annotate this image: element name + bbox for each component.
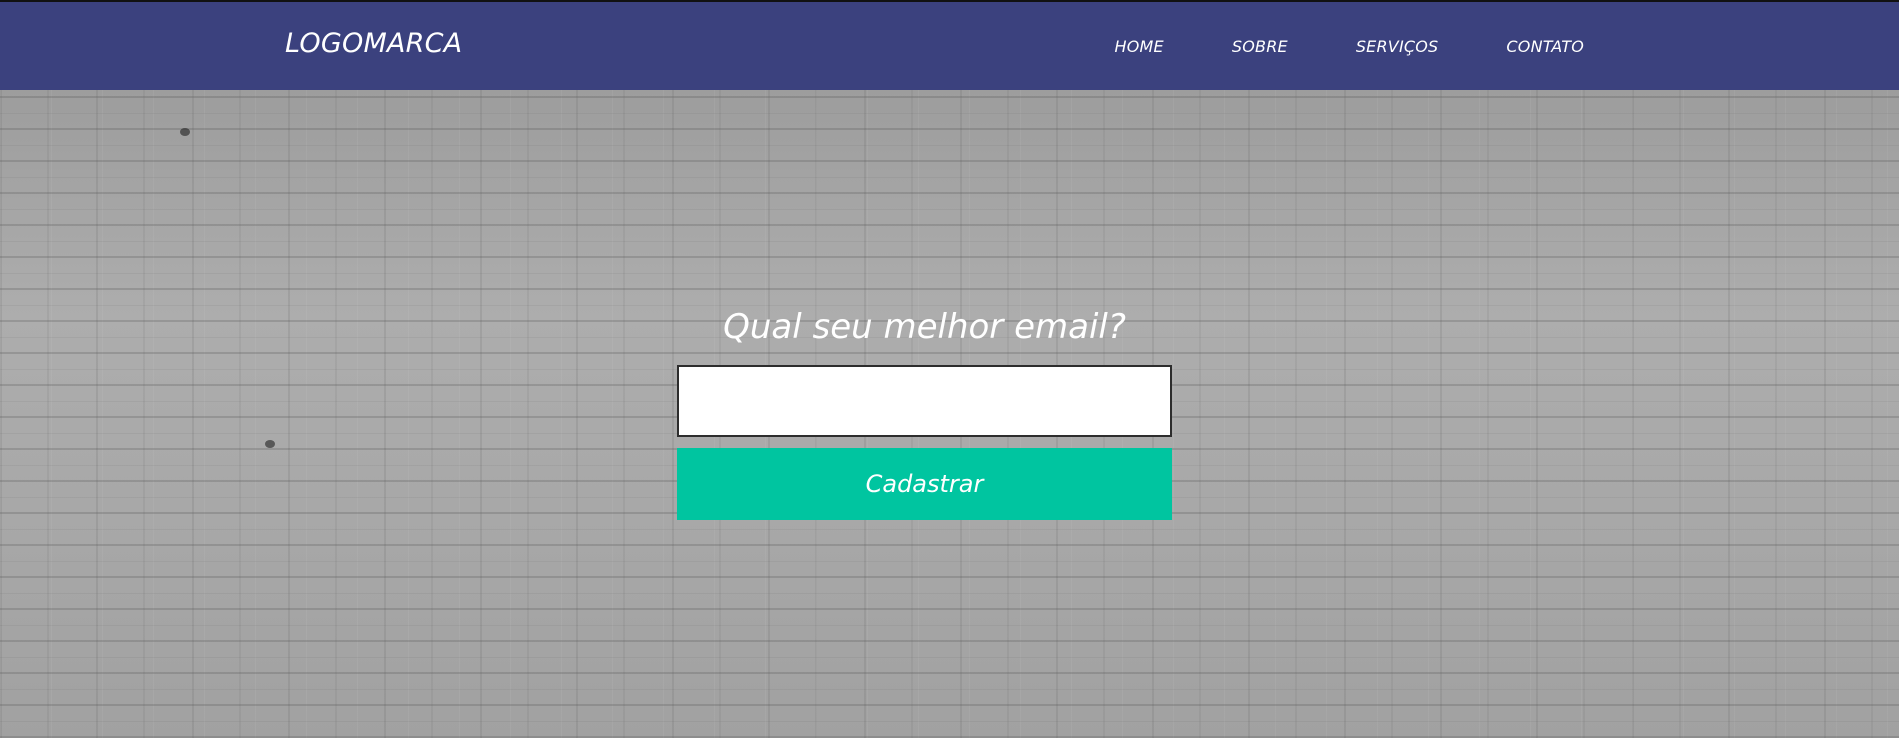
email-input[interactable] — [677, 365, 1172, 438]
nav-servicos-link[interactable]: SERVIÇOS — [1356, 37, 1439, 56]
top-navbar: LOGOMARCA HOME SOBRE SERVIÇOS CONTATO — [0, 0, 1899, 90]
hero-background: Qual seu melhor email? Cadastrar — [0, 90, 1899, 738]
signup-form: Qual seu melhor email? Cadastrar — [677, 307, 1172, 521]
brand-logo[interactable]: LOGOMARCA — [285, 28, 462, 59]
nav-contato-link[interactable]: CONTATO — [1506, 37, 1584, 56]
main-nav: HOME SOBRE SERVIÇOS CONTATO — [1115, 37, 1584, 56]
nav-sobre-link[interactable]: SOBRE — [1232, 37, 1288, 56]
page: LOGOMARCA HOME SOBRE SERVIÇOS CONTATO Qu… — [0, 0, 1899, 738]
nav-home-link[interactable]: HOME — [1115, 37, 1164, 56]
signup-headline: Qual seu melhor email? — [723, 307, 1126, 347]
wall-speck — [180, 128, 190, 136]
wall-speck — [265, 440, 275, 448]
cadastrar-button[interactable]: Cadastrar — [677, 448, 1172, 521]
